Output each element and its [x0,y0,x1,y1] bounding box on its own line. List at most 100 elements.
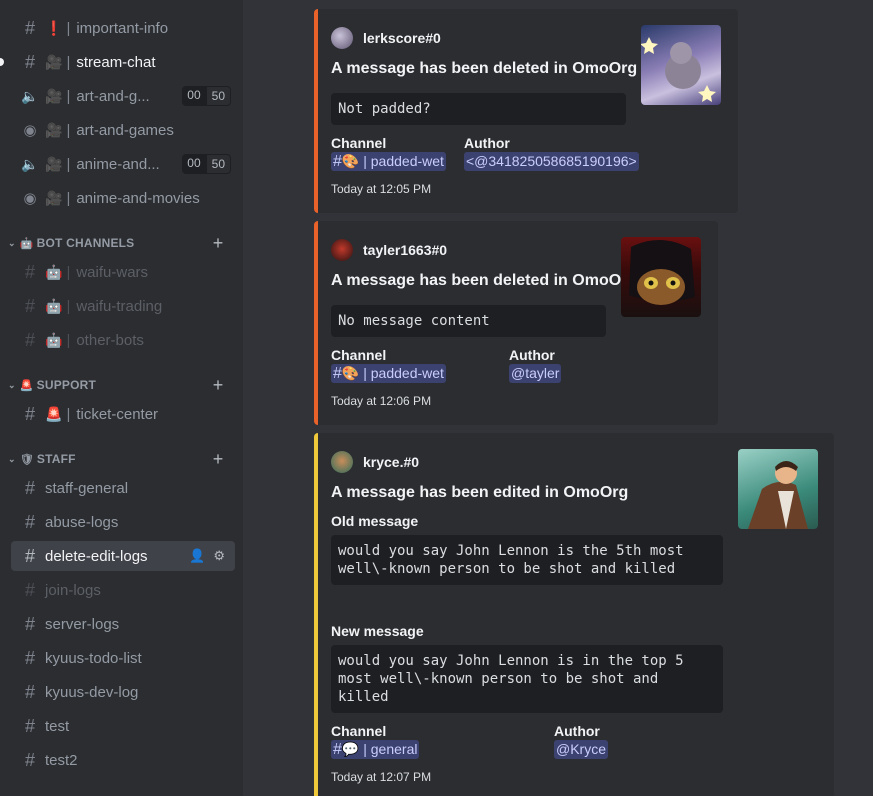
channel-name: waifu-wars [76,263,149,281]
message-content-block: Not padded? [331,93,626,125]
channel-kyuus-todo-list[interactable]: # kyuus-todo-list [11,643,235,673]
channel-art-voice[interactable]: 🔈 🎥 | art-and-g... 00 50 [11,81,235,111]
embed-timestamp: Today at 12:06 PM [331,394,432,408]
channel-server-logs[interactable]: # server-logs [11,609,235,639]
embed-author[interactable]: tayler1663#0 [331,239,447,261]
message-content-block: No message content [331,305,606,337]
separator: | [66,53,71,71]
embed-title: A message has been deleted in OmoOrg [331,272,638,289]
locked-text-channel-icon: # [24,579,35,600]
channel-name: important-info [76,19,169,37]
log-embed-edited: kryce.#0 A message has been edited in Om… [314,433,834,796]
embed-thumbnail[interactable] [641,25,721,105]
channel-test[interactable]: # test [11,711,235,741]
channel-kyuus-dev-log[interactable]: # kyuus-dev-log [11,677,235,707]
separator: | [66,297,71,315]
channel-name: staff-general [45,479,129,497]
old-message-block: would you say John Lennon is the 5th mos… [331,535,723,585]
channel-emoji: 🤖 [45,331,63,348]
channel-join-logs[interactable]: # join-logs [11,575,235,605]
author-name: tayler1663#0 [363,242,448,258]
user-count: 00 [182,154,206,174]
separator: | [66,331,71,349]
channel-name: waifu-trading [76,297,163,315]
user-mention[interactable]: <@341825058685190196> [464,152,639,171]
unread-indicator [0,58,4,66]
user-limit: 50 [205,86,231,106]
category-staff[interactable]: ⌄ 🛡 STAFF [8,449,76,469]
channel-anime-voice[interactable]: 🔈 🎥 | anime-and... 00 50 [11,149,235,179]
stage-channel-icon: ◉ [23,190,37,207]
separator: | [66,405,71,423]
channel-name: abuse-logs [45,513,119,531]
separator: | [66,189,71,207]
character-portrait-icon [748,461,808,529]
user-limit: 50 [205,154,231,174]
log-embed-deleted: lerkscore#0 A message has been deleted i… [314,9,738,213]
user-mention[interactable]: @tayler [509,364,562,383]
channel-mention[interactable]: #💬 | general [331,740,420,759]
channel-name: anime-and... [76,155,160,173]
voice-channel-icon: 🔈 [21,155,39,172]
channel-name: other-bots [76,331,144,349]
channel-sidebar: # ❗ | important-info # 🎥 | stream-chat 🔈… [0,0,243,796]
channel-waifu-trading[interactable]: # 🤖 | waifu-trading [11,291,235,321]
embed-author[interactable]: kryce.#0 [331,451,419,473]
separator: | [66,121,71,139]
embed-thumbnail[interactable] [738,449,818,529]
locked-text-channel-icon: # [24,261,35,282]
embed-author[interactable]: lerkscore#0 [331,27,441,49]
channel-abuse-logs[interactable]: # abuse-logs [11,507,235,537]
channel-name: anime-and-movies [76,189,200,207]
channel-staff-general[interactable]: # staff-general [11,473,235,503]
siren-icon: 🚨 [19,379,34,392]
separator: | [66,263,71,281]
channel-ticket-center[interactable]: # 🚨 | ticket-center [11,399,235,429]
channel-waifu-wars[interactable]: # 🤖 | waifu-wars [11,257,235,287]
separator: | [66,155,71,173]
channel-stream-chat[interactable]: # 🎥 | stream-chat [11,47,235,77]
embed-title: A message has been deleted in OmoOrg [331,60,638,77]
channel-name: kyuus-dev-log [45,683,139,701]
avatar [331,27,353,49]
voice-channel-icon: 🔈 [21,87,39,104]
channel-art-stage[interactable]: ◉ 🎥 | art-and-games [11,115,235,145]
embed-title: A message has been edited in OmoOrg [331,484,629,501]
text-channel-icon: # [24,17,35,38]
create-channel-plus-icon[interactable]: + [209,376,227,394]
gear-icon[interactable]: ⚙ [213,548,225,564]
channel-other-bots[interactable]: # 🤖 | other-bots [11,325,235,355]
channel-mention-name: padded-wet [370,153,444,169]
channel-name: art-and-g... [76,87,150,105]
embed-thumbnail[interactable] [621,237,701,317]
channel-important-info[interactable]: # ❗ | important-info [11,13,235,43]
locked-text-channel-icon: # [24,477,35,498]
channel-delete-edit-logs[interactable]: # delete-edit-logs 👤 ⚙ [11,541,235,571]
field-channel-label: Channel [331,135,387,151]
channel-test2[interactable]: # test2 [11,745,235,775]
channel-emoji: 🚨 [45,405,63,422]
channel-emoji: 🤖 [45,263,63,280]
channel-mention-name: general [370,741,418,757]
field-author-label: Author [464,135,510,151]
create-channel-plus-icon[interactable]: + [209,450,227,468]
user-mention[interactable]: @Kryce [554,740,608,759]
category-support[interactable]: ⌄ 🚨 SUPPORT [8,375,96,395]
category-label: BOT CHANNELS [36,236,135,250]
field-channel-label: Channel [331,723,387,739]
channel-mention[interactable]: #🎨 | padded-wet [331,364,446,383]
star-decor-icon [641,37,716,102]
channel-name: test [45,717,70,735]
channel-anime-stage[interactable]: ◉ 🎥 | anime-and-movies [11,183,235,213]
category-label: SUPPORT [36,378,97,392]
chevron-down-icon: ⌄ [8,453,16,464]
create-channel-plus-icon[interactable]: + [209,234,227,252]
field-author-label: Author [554,723,600,739]
channel-mention[interactable]: #🎨 | padded-wet [331,152,446,171]
embed-timestamp: Today at 12:05 PM [331,182,432,196]
avatar [331,239,353,261]
channel-name: stream-chat [76,53,156,71]
channel-emoji: 🎨 [341,153,360,169]
category-bot-channels[interactable]: ⌄ 🤖 BOT CHANNELS [8,233,134,253]
invite-user-icon[interactable]: 👤 [189,548,205,564]
